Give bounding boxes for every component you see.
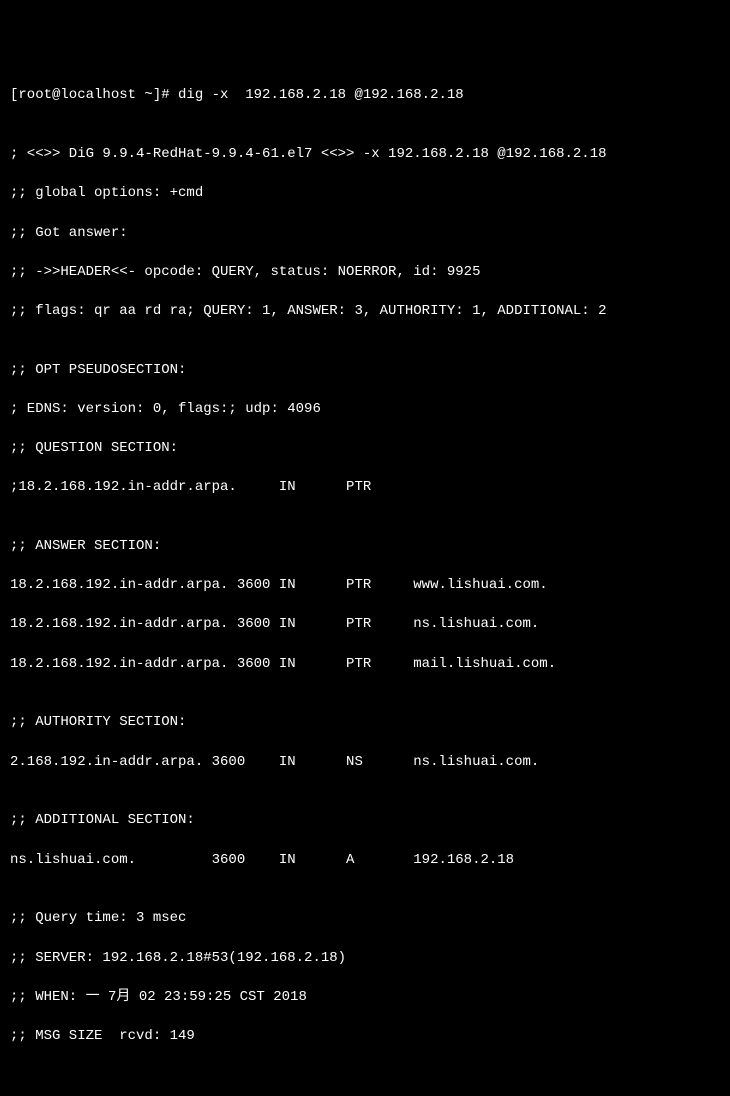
terminal-prompt-line[interactable]: [root@localhost ~]# dig -x 192.168.2.18 … xyxy=(10,86,720,106)
header-line: ;; ->>HEADER<<- opcode: QUERY, status: N… xyxy=(10,263,720,283)
got-answer: ;; Got answer: xyxy=(10,224,720,244)
flags-line: ;; flags: qr aa rd ra; QUERY: 1, ANSWER:… xyxy=(10,302,720,322)
answer-record: 18.2.168.192.in-addr.arpa. 3600 IN PTR m… xyxy=(10,655,720,675)
additional-record: ns.lishuai.com. 3600 IN A 192.168.2.18 xyxy=(10,851,720,871)
server-line: ;; SERVER: 192.168.2.18#53(192.168.2.18) xyxy=(10,949,720,969)
question-section-header: ;; QUESTION SECTION: xyxy=(10,439,720,459)
answer-section-header: ;; ANSWER SECTION: xyxy=(10,537,720,557)
edns-line: ; EDNS: version: 0, flags:; udp: 4096 xyxy=(10,400,720,420)
opt-section-header: ;; OPT PSEUDOSECTION: xyxy=(10,361,720,381)
query-time: ;; Query time: 3 msec xyxy=(10,909,720,929)
answer-record: 18.2.168.192.in-addr.arpa. 3600 IN PTR n… xyxy=(10,615,720,635)
when-line: ;; WHEN: 一 7月 02 23:59:25 CST 2018 xyxy=(10,988,720,1008)
msg-size: ;; MSG SIZE rcvd: 149 xyxy=(10,1027,720,1047)
additional-section-header: ;; ADDITIONAL SECTION: xyxy=(10,811,720,831)
question-record: ;18.2.168.192.in-addr.arpa. IN PTR xyxy=(10,478,720,498)
global-options: ;; global options: +cmd xyxy=(10,184,720,204)
authority-section-header: ;; AUTHORITY SECTION: xyxy=(10,713,720,733)
authority-record: 2.168.192.in-addr.arpa. 3600 IN NS ns.li… xyxy=(10,753,720,773)
answer-record: 18.2.168.192.in-addr.arpa. 3600 IN PTR w… xyxy=(10,576,720,596)
dig-banner: ; <<>> DiG 9.9.4-RedHat-9.9.4-61.el7 <<>… xyxy=(10,145,720,165)
